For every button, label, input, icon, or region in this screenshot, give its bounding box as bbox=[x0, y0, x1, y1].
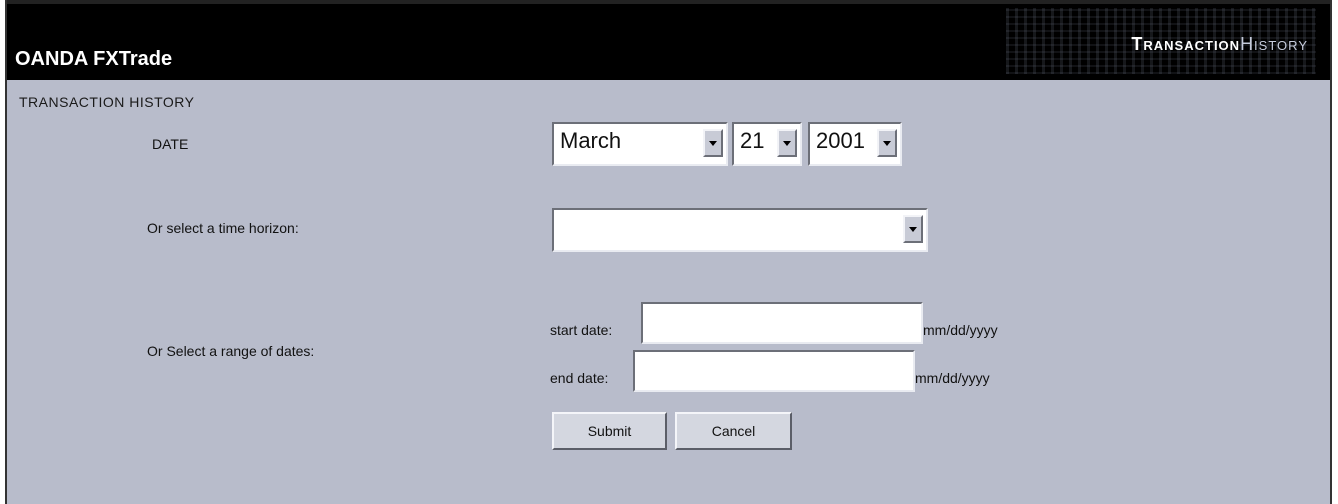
month-select[interactable]: March bbox=[552, 122, 728, 166]
range-label: Or Select a range of dates: bbox=[147, 343, 315, 359]
day-value: 21 bbox=[740, 128, 765, 153]
section-title: TRANSACTION HISTORY bbox=[19, 94, 195, 110]
chevron-down-icon[interactable] bbox=[703, 129, 723, 157]
year-select[interactable]: 2001 bbox=[808, 122, 902, 166]
chevron-down-icon[interactable] bbox=[877, 129, 897, 157]
date-label: DATE bbox=[152, 136, 189, 152]
transaction-history-window: OANDA FXTrade TransactionHistory TRANSAC… bbox=[5, 0, 1332, 504]
cancel-button[interactable]: Cancel bbox=[675, 412, 792, 450]
banner-graphic: TransactionHistory bbox=[1006, 8, 1316, 74]
start-date-label: start date: bbox=[550, 322, 613, 338]
start-date-hint: mm/dd/yyyy bbox=[923, 322, 998, 338]
header-bar: OANDA FXTrade TransactionHistory bbox=[7, 0, 1330, 80]
end-date-field[interactable] bbox=[633, 350, 915, 392]
submit-button[interactable]: Submit bbox=[552, 412, 667, 450]
day-select[interactable]: 21 bbox=[732, 122, 802, 166]
month-value: March bbox=[560, 128, 622, 153]
horizon-label: Or select a time horizon: bbox=[147, 220, 299, 236]
banner-title-part1: Transaction bbox=[1131, 34, 1241, 54]
time-horizon-select[interactable] bbox=[552, 208, 928, 252]
banner-title: TransactionHistory bbox=[1131, 34, 1308, 55]
chevron-down-icon[interactable] bbox=[777, 129, 797, 157]
start-date-input[interactable] bbox=[643, 304, 921, 342]
chevron-down-icon[interactable] bbox=[903, 215, 923, 243]
app-title: OANDA FXTrade bbox=[15, 48, 173, 70]
year-value: 2001 bbox=[816, 128, 865, 153]
end-date-label: end date: bbox=[550, 370, 609, 386]
end-date-input[interactable] bbox=[635, 352, 913, 390]
start-date-field[interactable] bbox=[641, 302, 923, 344]
banner-title-part2: History bbox=[1240, 34, 1308, 54]
end-date-hint: mm/dd/yyyy bbox=[915, 370, 990, 386]
